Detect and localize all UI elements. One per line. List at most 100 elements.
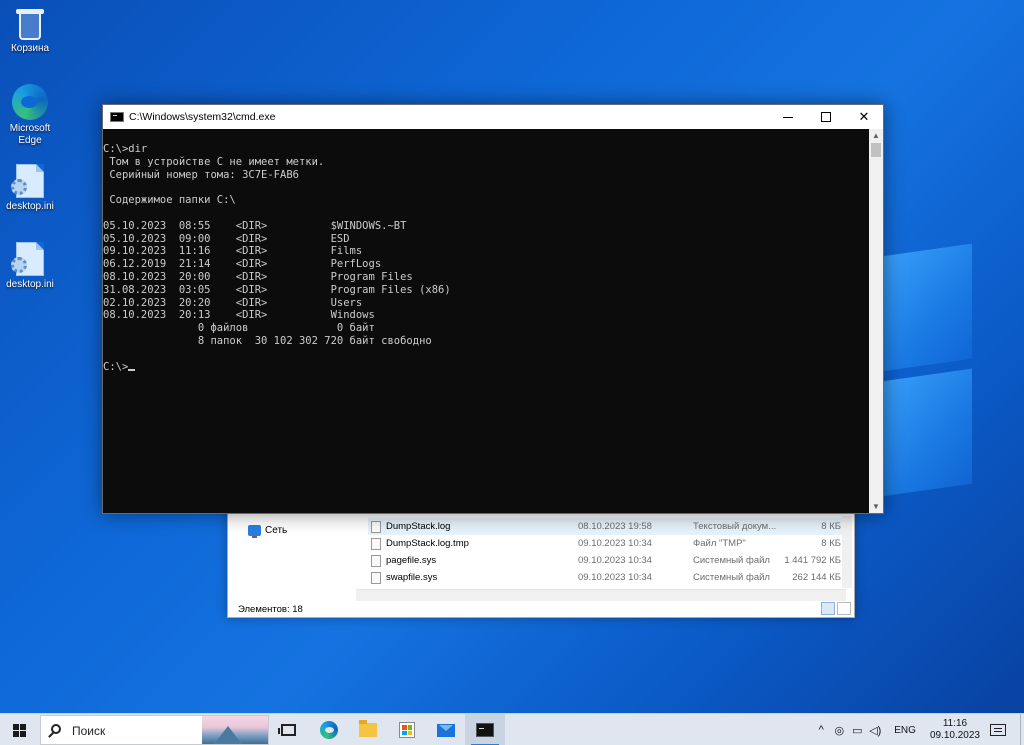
horizontal-scrollbar[interactable]: [356, 589, 846, 601]
large-icons-view-button[interactable]: [837, 602, 851, 615]
clock-time: 11:16: [942, 718, 968, 729]
taskbar-store-button[interactable]: [387, 714, 427, 745]
mail-icon: [437, 723, 455, 737]
console-prompt-line: C:\>: [103, 361, 869, 374]
start-button[interactable]: [0, 714, 38, 745]
cmd-window: C:\Windows\system32\cmd.exe ✕ C:\>dir То…: [102, 104, 884, 514]
file-name: swapfile.sys: [386, 572, 438, 583]
terminal-icon: [476, 723, 494, 737]
taskbar-cmd-button[interactable]: [465, 714, 505, 745]
clock[interactable]: 11:16 09.10.2023: [930, 718, 980, 742]
console-prompt: C:\>: [103, 360, 129, 373]
console-line: 8 папок 30 102 302 720 байт свободно: [103, 334, 432, 347]
window-title: C:\Windows\system32\cmd.exe: [129, 111, 276, 123]
task-view-icon: [277, 724, 296, 736]
file-size: 8 КБ: [821, 521, 841, 532]
search-icon: [51, 724, 61, 734]
task-view-button[interactable]: [268, 714, 308, 745]
ini-file-icon: [11, 164, 44, 198]
title-bar[interactable]: C:\Windows\system32\cmd.exe ✕: [103, 105, 883, 129]
clock-date: 09.10.2023: [929, 730, 980, 741]
file-list: DumpStack.log 08.10.2023 19:58 Текстовый…: [368, 518, 843, 586]
file-row[interactable]: DumpStack.log.tmp 09.10.2023 10:34 Файл …: [368, 535, 843, 552]
edge-icon: [12, 84, 48, 120]
maximize-button[interactable]: [807, 105, 845, 129]
nav-item-network[interactable]: Сеть: [248, 525, 288, 538]
view-switcher: [821, 602, 851, 615]
show-hidden-icons-chevron-icon[interactable]: ^: [812, 724, 830, 736]
text-cursor: [128, 368, 136, 371]
file-row[interactable]: pagefile.sys 09.10.2023 10:34 Системный …: [368, 552, 843, 569]
network-icon: [248, 525, 261, 538]
text-file-icon: [371, 521, 381, 533]
search-highlight-image: [202, 716, 268, 744]
file-type: Системный файл: [693, 572, 770, 583]
taskbar-edge-button[interactable]: [309, 714, 349, 745]
search-placeholder: Поиск: [72, 724, 106, 738]
scrollbar-thumb[interactable]: [871, 143, 881, 157]
minimize-button[interactable]: [769, 105, 807, 129]
notification-center-icon[interactable]: [990, 724, 1006, 736]
desktop-icon-label: desktop.ini: [6, 201, 54, 212]
desktop-icon-ini-2[interactable]: desktop.ini: [0, 242, 60, 291]
status-bar-item-count: Элементов: 18: [238, 604, 303, 615]
navigation-pane: Сеть: [228, 506, 356, 598]
desktop-icon-label: desktop.ini: [6, 279, 54, 290]
console-scrollbar[interactable]: ▲ ▼: [869, 129, 883, 513]
ini-file-icon: [11, 242, 44, 276]
file-row[interactable]: swapfile.sys 09.10.2023 10:34 Системный …: [368, 569, 843, 586]
edge-icon: [320, 721, 338, 739]
nav-item-label: Сеть: [265, 525, 288, 536]
console-line: 06.12.2019 21:14 <DIR> PerfLogs: [103, 258, 382, 271]
close-icon: ✕: [858, 109, 870, 124]
file-date: 09.10.2023 10:34: [578, 538, 652, 549]
show-desktop-button[interactable]: [1020, 714, 1024, 745]
file-icon: [371, 538, 381, 550]
terminal-icon: [110, 112, 124, 122]
system-file-icon: [371, 555, 381, 567]
recycle-bin-icon: [15, 6, 45, 40]
details-view-button[interactable]: [821, 602, 835, 615]
desktop-icon-ini-1[interactable]: desktop.ini: [0, 164, 60, 213]
volume-icon[interactable]: ◁): [866, 724, 884, 737]
taskbar-search-box[interactable]: Поиск: [40, 715, 269, 745]
file-type: Текстовый докум...: [693, 521, 777, 532]
network-icon[interactable]: ▭: [848, 724, 866, 737]
desktop-icon-label: Microsoft Edge: [9, 123, 51, 146]
console-line: 05.10.2023 09:00 <DIR> ESD: [103, 232, 350, 245]
webcam-icon[interactable]: ◎: [830, 724, 848, 737]
console-line: 09.10.2023 11:16 <DIR> Films: [103, 245, 363, 258]
console-line: 02.10.2023 20:20 <DIR> Users: [103, 296, 363, 309]
console-line: 08.10.2023 20:00 <DIR> Program Files: [103, 270, 413, 283]
taskbar-mail-button[interactable]: [426, 714, 466, 745]
desktop-icon-edge[interactable]: Microsoft Edge: [0, 84, 60, 147]
minimize-icon: [783, 116, 793, 118]
console-line: Серийный номер тома: 3C7E-FAB6: [103, 168, 299, 181]
scroll-up-arrow-icon[interactable]: ▲: [872, 131, 880, 140]
file-name: DumpStack.log.tmp: [386, 538, 469, 549]
close-button[interactable]: ✕: [845, 105, 883, 129]
file-explorer-window: Сеть DumpStack.log 08.10.2023 19:58 Текс…: [227, 505, 855, 618]
file-row[interactable]: DumpStack.log 08.10.2023 19:58 Текстовый…: [368, 518, 843, 535]
file-date: 09.10.2023 10:34: [578, 572, 652, 583]
desktop-icon-recycle-bin[interactable]: Корзина: [0, 6, 60, 55]
console-line: Том в устройстве C не имеет метки.: [103, 155, 325, 168]
vertical-scrollbar[interactable]: [842, 516, 852, 588]
language-indicator[interactable]: ENG: [894, 725, 916, 736]
console-output[interactable]: C:\>dir Том в устройстве C не имеет метк…: [103, 129, 869, 513]
taskbar: Поиск ^ ◎ ▭ ◁) ENG 11:16 09.10.2023: [0, 713, 1024, 745]
file-type: Системный файл: [693, 555, 770, 566]
file-name: DumpStack.log: [386, 521, 451, 532]
windows-start-icon: [12, 723, 26, 737]
console-line: C:\>dir: [103, 143, 148, 155]
desktop-icon-label: Корзина: [10, 43, 50, 54]
scroll-down-arrow-icon[interactable]: ▼: [872, 502, 880, 511]
file-date: 09.10.2023 10:34: [578, 555, 652, 566]
file-size: 262 144 КБ: [792, 572, 841, 583]
taskbar-explorer-button[interactable]: [348, 714, 388, 745]
system-file-icon: [371, 572, 381, 584]
folder-icon: [359, 720, 377, 737]
